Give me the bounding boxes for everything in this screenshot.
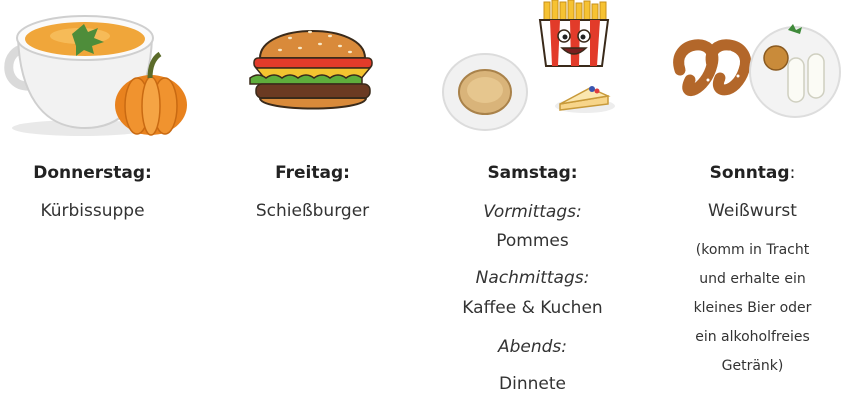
day-name: Sonntag	[709, 163, 790, 183]
day-column-sunday: Sonntag: Weißwurst (komm in Tracht und e…	[660, 0, 845, 404]
day-column-friday: Freitag: Schießburger	[220, 0, 405, 404]
day-colon: :	[789, 163, 796, 183]
pumpkin-icon	[115, 51, 187, 136]
day-column-saturday: Samstag: Vormittags: Pommes Nachmittags:…	[440, 0, 625, 404]
meal-time-label: Abends:	[497, 337, 568, 357]
dish-label: Kürbissuppe	[40, 201, 145, 221]
dish-label: Dinnete	[499, 374, 566, 394]
meal-time-label: Vormittags:	[483, 202, 582, 222]
note-line: (komm in Tracht	[695, 242, 810, 258]
note-line: kleines Bier oder	[693, 300, 812, 316]
note-line: ein alkoholfreies	[695, 329, 810, 345]
day-label: Sonntag:	[660, 163, 845, 183]
day-label: Freitag:	[275, 163, 350, 183]
weisswurst-plate-icon	[749, 24, 841, 118]
dish-label: Schießburger	[255, 201, 370, 221]
day-label: Donnerstag:	[33, 163, 152, 183]
day-label: Samstag:	[487, 163, 578, 183]
dish-label: Kaffee & Kuchen	[462, 298, 603, 318]
note-line: und erhalte ein	[699, 271, 806, 287]
meal-time-label: Nachmittags:	[475, 268, 590, 288]
dish-label: Pommes	[496, 231, 569, 251]
day-column-thursday: Donnerstag: Kürbissuppe	[0, 0, 187, 404]
promo-note: (komm in Tracht und erhalte ein kleines …	[660, 236, 845, 381]
dish-label: Weißwurst	[708, 201, 797, 221]
burger-icon	[249, 30, 373, 110]
note-line: Getränk)	[721, 358, 784, 374]
cheesecake-icon	[555, 86, 615, 113]
